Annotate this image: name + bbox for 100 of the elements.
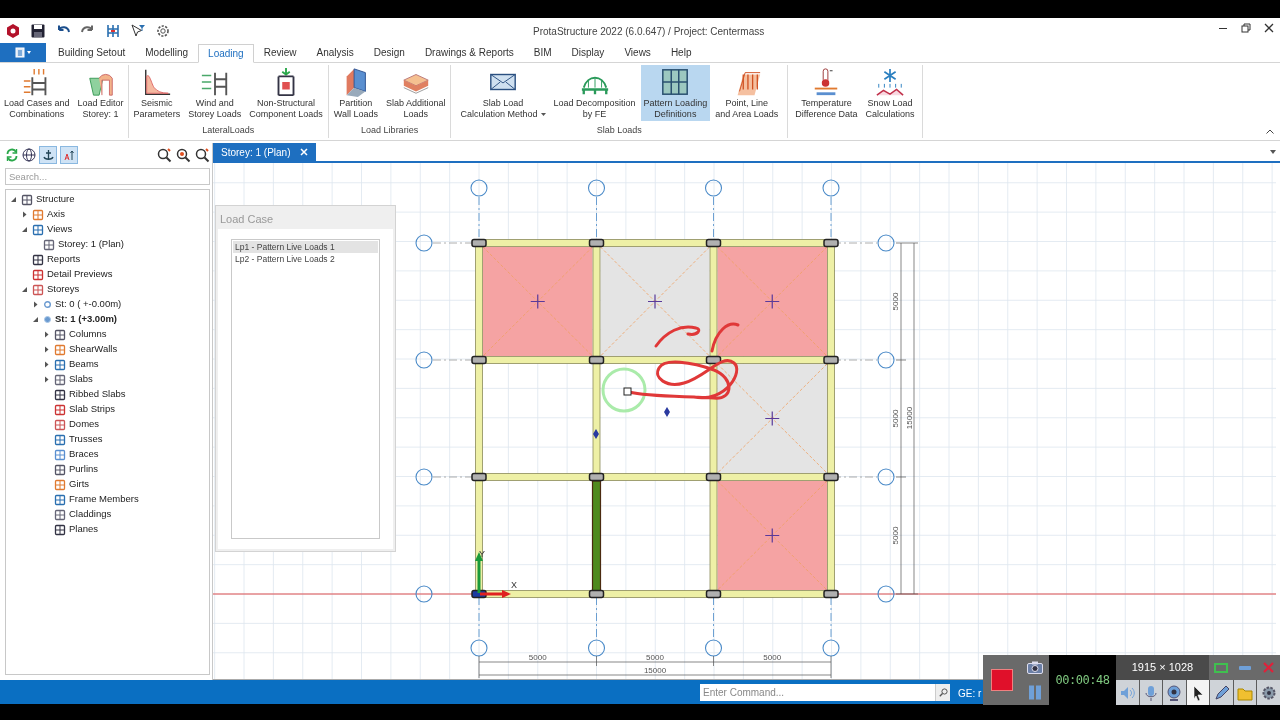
tree-item[interactable]: Reports	[47, 252, 81, 267]
ribbon-tab[interactable]: Drawings & Reports	[414, 43, 524, 62]
document-tab[interactable]: Storey: 1 (Plan)	[213, 143, 317, 161]
ribbon-button[interactable]: Load Decomposition by FE	[550, 65, 639, 121]
tree-item[interactable]: Views	[47, 222, 73, 237]
dimension-label: 15000	[905, 406, 914, 430]
webcam-icon	[1166, 684, 1183, 701]
tree-item[interactable]: Storeys	[47, 282, 80, 297]
settings-icon[interactable]	[155, 23, 171, 39]
ribbon-tab[interactable]: Analysis	[306, 43, 364, 62]
tree-item[interactable]: Girts	[69, 477, 90, 492]
collapse-arrow-icon[interactable]	[21, 286, 28, 293]
ribbon-button[interactable]: Pattern Loading Definitions	[640, 65, 711, 121]
label-toggle-button[interactable]	[60, 146, 78, 164]
file-menu-button[interactable]	[0, 43, 46, 62]
ribbon-tab[interactable]: Loading	[198, 44, 254, 63]
ribbon-button[interactable]: Load Cases and Combinations	[1, 65, 73, 121]
highlight-circle	[601, 367, 647, 413]
ribbon-tab[interactable]: Views	[614, 43, 661, 62]
zoom-search-icon[interactable]	[156, 147, 172, 163]
zoom-locate-icon[interactable]	[175, 147, 191, 163]
ribbon-button[interactable]: Temperature Difference Data	[792, 65, 861, 121]
ribbon-button[interactable]: Point, Line and Area Loads	[712, 65, 782, 121]
ribbon-button[interactable]: Load Editor Storey: 1	[74, 65, 127, 121]
ribbon-tab[interactable]: Design	[363, 43, 415, 62]
folder-button[interactable]	[1233, 680, 1257, 705]
tree-item[interactable]: Braces	[69, 447, 99, 462]
axis-bubble	[415, 468, 433, 486]
webcam-button[interactable]	[1163, 680, 1186, 705]
list-item[interactable]: Lp2 - Pattern Live Loads 2	[233, 253, 378, 265]
tree-item[interactable]: Detail Previews	[47, 267, 113, 282]
expand-arrow-icon[interactable]	[43, 376, 50, 383]
expand-arrow-icon[interactable]	[43, 331, 50, 338]
tree-item[interactable]: Beams	[69, 357, 99, 372]
settings-button[interactable]	[1257, 680, 1280, 705]
ribbon-button[interactable]: Partition Wall Loads	[330, 65, 381, 121]
search-field[interactable]: Search...	[5, 168, 210, 185]
tree-item[interactable]: Trusses	[69, 432, 103, 447]
tree-item[interactable]: St: 1 (+3.00m)	[55, 312, 118, 327]
structure-icon[interactable]	[105, 23, 121, 39]
ribbon-button[interactable]: Slab Load Calculation Method	[457, 65, 549, 121]
cursor-button[interactable]	[1186, 680, 1210, 705]
dimension-label: 5000	[646, 653, 664, 662]
expand-arrow-icon[interactable]	[21, 211, 28, 218]
zoom-options-icon[interactable]	[194, 147, 210, 163]
list-item[interactable]: Lp1 - Pattern Live Loads 1	[233, 241, 378, 253]
pen-button[interactable]	[1210, 680, 1233, 705]
save-icon[interactable]	[30, 23, 46, 39]
expand-arrow-icon[interactable]	[32, 301, 39, 308]
axis-bubble	[704, 639, 723, 657]
collapse-arrow-icon[interactable]	[21, 226, 28, 233]
expand-arrow-icon[interactable]	[43, 346, 50, 353]
node-icon	[32, 253, 44, 266]
axis-bubble	[415, 234, 433, 252]
ribbon-tab[interactable]: Building Setout	[48, 43, 136, 62]
tree-item[interactable]: Frame Members	[69, 492, 139, 507]
tree-item[interactable]: Structure	[36, 192, 75, 207]
ribbon-button[interactable]: Slab Additional Loads	[382, 65, 449, 121]
logo-icon[interactable]	[5, 23, 21, 39]
filter-cursor-icon[interactable]	[130, 23, 146, 39]
search-button[interactable]	[935, 684, 950, 701]
axis-bubble	[587, 639, 606, 657]
ribbon-button[interactable]: Non-Structural Component Loads	[246, 65, 326, 121]
tree-item[interactable]: Axis	[47, 207, 65, 222]
tree-item[interactable]: ShearWalls	[69, 342, 118, 357]
caret-icon[interactable]	[1270, 150, 1276, 154]
tree-item[interactable]: Storey: 1 (Plan)	[58, 237, 124, 252]
caret-icon	[27, 51, 31, 54]
axis-bubble	[877, 585, 895, 603]
tree-item[interactable]: Claddings	[69, 507, 112, 522]
ribbon-tab[interactable]: BIM	[523, 43, 562, 62]
collapse-arrow-icon[interactable]	[10, 196, 17, 203]
ribbon-button[interactable]: Snow Load Calculations	[862, 65, 918, 121]
ribbon-tab[interactable]: Modelling	[135, 43, 199, 62]
column	[823, 355, 839, 365]
tree-item[interactable]: Domes	[69, 417, 100, 432]
tree-item[interactable]: Columns	[69, 327, 107, 342]
node-icon	[54, 343, 66, 356]
ribbon-tab[interactable]: Display	[561, 43, 615, 62]
minimize-icon	[1238, 665, 1251, 670]
collapse-arrow-icon[interactable]	[32, 316, 39, 323]
tree-item[interactable]: St: 0 ( +-0.00m)	[55, 297, 122, 312]
restore-icon[interactable]	[1241, 23, 1251, 33]
tree-item[interactable]: Slabs	[69, 372, 93, 387]
ribbon-button[interactable]: Seismic Parameters	[130, 65, 184, 121]
ribbon-tab[interactable]: Help	[660, 43, 702, 62]
close-icon[interactable]	[1264, 23, 1274, 33]
collapse-ribbon-icon[interactable]	[1266, 129, 1274, 134]
tree-item[interactable]: Planes	[69, 522, 99, 537]
axis-toggle-button[interactable]	[39, 146, 57, 164]
node-icon	[54, 493, 66, 506]
command-field[interactable]: Enter Command...	[700, 684, 935, 701]
tree-item[interactable]: Slab Strips	[69, 402, 115, 417]
tree-item[interactable]: Purlins	[69, 462, 99, 477]
mic-button[interactable]	[1139, 680, 1163, 705]
globe-icon[interactable]	[22, 148, 36, 162]
expand-arrow-icon[interactable]	[43, 361, 50, 368]
ribbon-button[interactable]: Wind and Storey Loads	[185, 65, 245, 121]
ribbon-tab[interactable]: Review	[253, 43, 307, 62]
tree-item[interactable]: Ribbed Slabs	[69, 387, 126, 402]
